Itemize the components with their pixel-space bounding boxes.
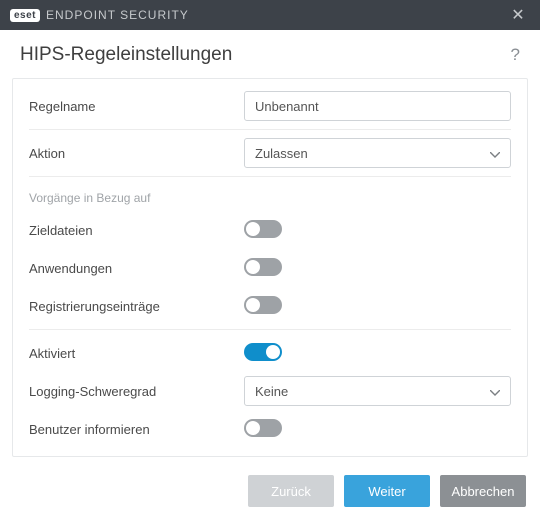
log-severity-select[interactable]: Keine bbox=[244, 376, 511, 406]
row-enabled: Aktiviert bbox=[29, 334, 511, 372]
row-target-files: Zieldateien bbox=[29, 211, 511, 249]
help-icon: ? bbox=[511, 45, 520, 64]
notify-label: Benutzer informieren bbox=[29, 422, 244, 437]
rule-name-label: Regelname bbox=[29, 99, 244, 114]
applications-label: Anwendungen bbox=[29, 261, 244, 276]
target-files-label: Zieldateien bbox=[29, 223, 244, 238]
action-select-value: Zulassen bbox=[255, 146, 308, 161]
operations-section-title: Vorgänge in Bezug auf bbox=[29, 181, 511, 211]
divider bbox=[29, 129, 511, 130]
target-files-toggle[interactable] bbox=[244, 220, 282, 238]
row-applications: Anwendungen bbox=[29, 249, 511, 287]
enabled-toggle[interactable] bbox=[244, 343, 282, 361]
registry-toggle[interactable] bbox=[244, 296, 282, 314]
cancel-button[interactable]: Abbrechen bbox=[440, 475, 526, 507]
close-icon: ✕ bbox=[511, 7, 524, 24]
registry-label: Registrierungseinträge bbox=[29, 299, 244, 314]
row-notify: Benutzer informieren bbox=[29, 410, 511, 448]
applications-toggle[interactable] bbox=[244, 258, 282, 276]
row-rule-name: Regelname bbox=[29, 87, 511, 125]
rule-name-input[interactable] bbox=[244, 91, 511, 121]
notify-toggle[interactable] bbox=[244, 419, 282, 437]
page-title: HIPS-Regeleinstellungen bbox=[20, 44, 232, 66]
settings-panel: Regelname Aktion Zulassen Vorgänge in Be… bbox=[12, 78, 528, 457]
close-button[interactable]: ✕ bbox=[506, 5, 530, 25]
next-button[interactable]: Weiter bbox=[344, 475, 430, 507]
divider bbox=[29, 329, 511, 330]
brand-mark: eset bbox=[10, 9, 40, 22]
chevron-down-icon bbox=[490, 146, 500, 161]
log-severity-value: Keine bbox=[255, 384, 288, 399]
action-label: Aktion bbox=[29, 146, 244, 161]
back-button: Zurück bbox=[248, 475, 334, 507]
row-registry: Registrierungseinträge bbox=[29, 287, 511, 325]
chevron-down-icon bbox=[490, 384, 500, 399]
help-button[interactable]: ? bbox=[511, 45, 520, 65]
action-select[interactable]: Zulassen bbox=[244, 138, 511, 168]
enabled-label: Aktiviert bbox=[29, 346, 244, 361]
brand-logo: eset ENDPOINT SECURITY bbox=[10, 8, 189, 22]
titlebar: eset ENDPOINT SECURITY ✕ bbox=[0, 0, 540, 30]
brand-text: ENDPOINT SECURITY bbox=[46, 8, 189, 22]
dialog-header: HIPS-Regeleinstellungen ? bbox=[0, 30, 540, 78]
divider bbox=[29, 176, 511, 177]
log-severity-label: Logging-Schweregrad bbox=[29, 384, 244, 399]
row-action: Aktion Zulassen bbox=[29, 134, 511, 172]
row-log-severity: Logging-Schweregrad Keine bbox=[29, 372, 511, 410]
